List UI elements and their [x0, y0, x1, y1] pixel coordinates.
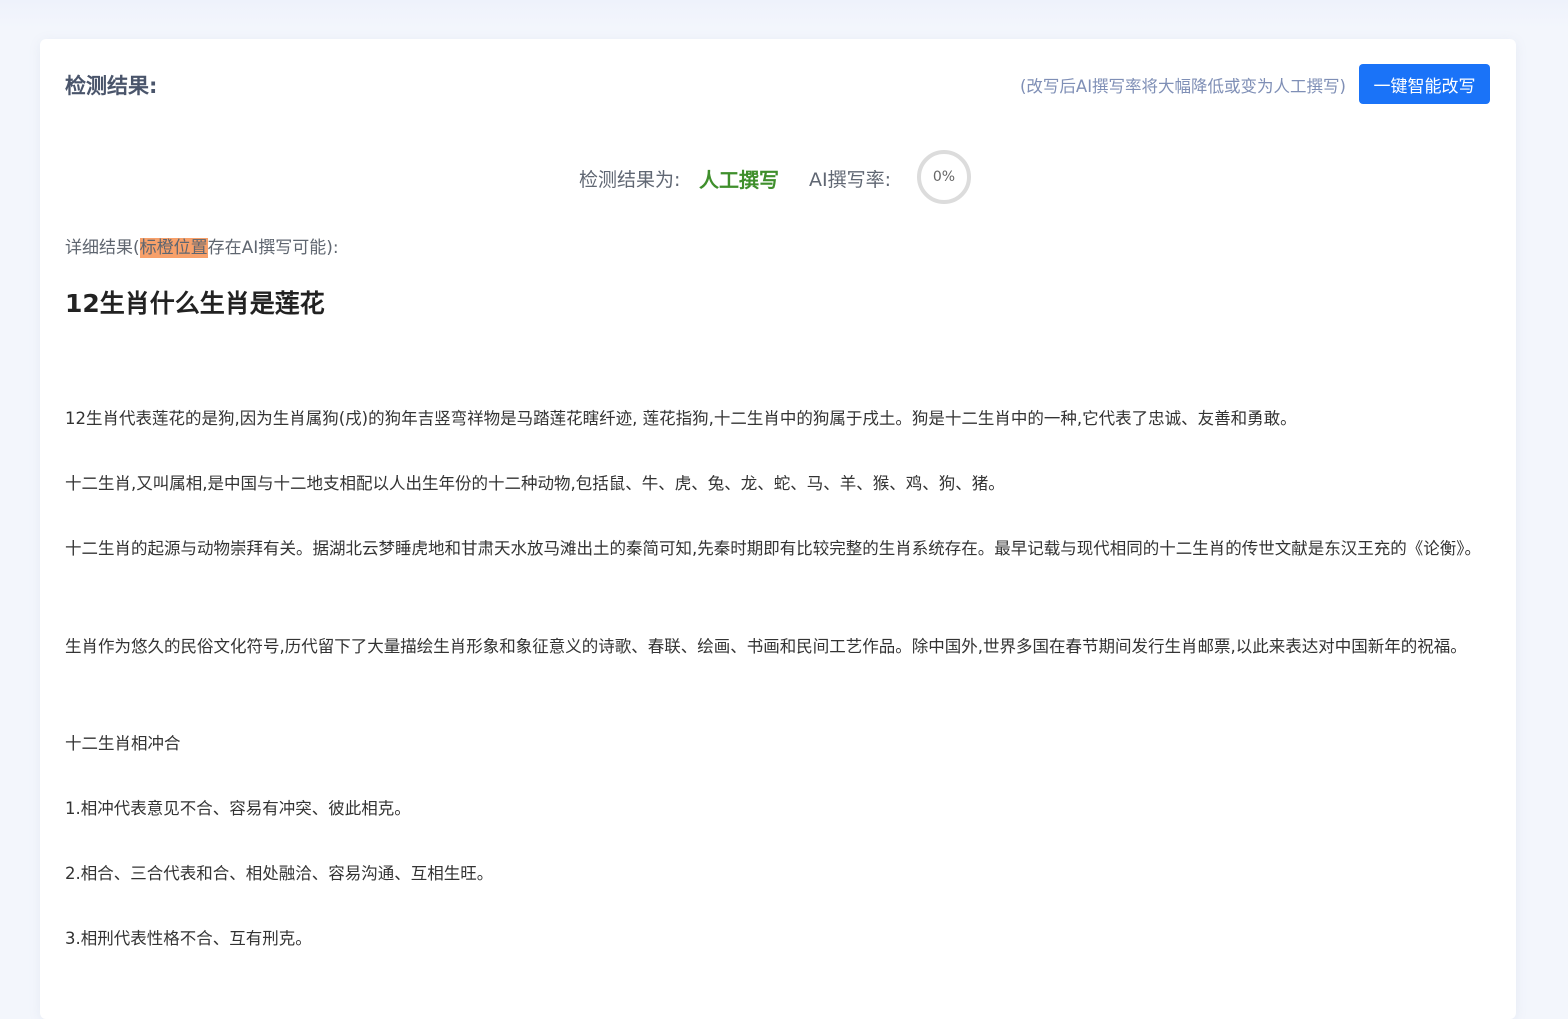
ai-rate-label: AI撰写率:	[809, 169, 892, 191]
detail-highlight: 标橙位置	[139, 238, 208, 258]
detail-suffix: 存在AI撰写可能):	[207, 238, 339, 258]
article-title: 12生肖什么生肖是莲花	[65, 289, 325, 318]
article-paragraph: 12生肖代表莲花的是狗,因为生肖属狗(戌)的狗年吉竖弯祥物是马踏莲花瞎纤迹, 莲…	[65, 409, 1297, 428]
result-card: 检测结果: (改写后AI撰写率将大幅降低或变为人工撰写) 一键智能改写 检测结果…	[40, 39, 1516, 1019]
article-paragraph: 十二生肖,又叫属相,是中国与十二地支相配以人出生年份的十二种动物,包括鼠、牛、虎…	[65, 474, 1005, 493]
card-header: 检测结果: (改写后AI撰写率将大幅降低或变为人工撰写) 一键智能改写	[40, 39, 1516, 129]
detail-legend: 详细结果(标橙位置存在AI撰写可能):	[65, 233, 339, 258]
top-notice-strip	[0, 0, 1568, 28]
smart-rewrite-button[interactable]: 一键智能改写	[1359, 64, 1490, 104]
article-paragraph: 1.相冲代表意见不合、容易有冲突、彼此相克。	[65, 799, 411, 818]
result-summary: 检测结果为: 人工撰写 AI撰写率: 0%	[40, 150, 1516, 206]
article-paragraph: 十二生肖相冲合	[65, 734, 181, 753]
ai-rate-gauge: 0%	[917, 150, 971, 204]
detail-prefix: 详细结果(	[65, 238, 140, 258]
result-label: 检测结果为:	[579, 169, 681, 191]
ai-rate-value: 0%	[932, 169, 956, 185]
article-paragraph: 生肖作为悠久的民俗文化符号,历代留下了大量描绘生肖形象和象征意义的诗歌、春联、绘…	[65, 637, 1467, 656]
rewrite-hint: (改写后AI撰写率将大幅降低或变为人工撰写)	[1019, 77, 1346, 96]
article-paragraph: 2.相合、三合代表和合、相处融洽、容易沟通、互相生旺。	[65, 864, 494, 883]
page-title: 检测结果:	[65, 74, 158, 98]
article-paragraph: 3.相刑代表性格不合、互有刑克。	[65, 929, 312, 948]
article-paragraph: 十二生肖的起源与动物崇拜有关。据湖北云梦睡虎地和甘肃天水放马滩出土的秦简可知,先…	[65, 539, 1481, 558]
result-value: 人工撰写	[699, 168, 779, 192]
